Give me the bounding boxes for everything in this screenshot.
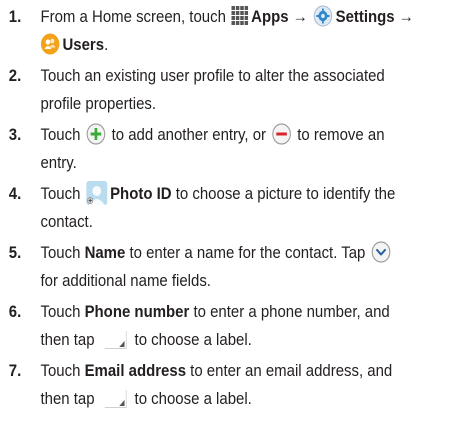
- chevron-down-circle-icon: [371, 240, 391, 263]
- step-text: to enter a name for the contact. Tap: [125, 243, 370, 262]
- step-number: 1.: [8, 7, 22, 26]
- apps-grid-icon: [231, 6, 249, 26]
- step-text: for additional name fields.: [40, 271, 211, 290]
- plus-circle-icon: [86, 122, 106, 145]
- apps-label: Apps: [251, 7, 289, 26]
- step-text: to choose a label.: [130, 389, 252, 408]
- name-label: Name: [84, 243, 126, 262]
- step-number: 7.: [8, 361, 22, 380]
- step-text: Touch: [40, 243, 85, 262]
- users-label: Users: [62, 35, 105, 54]
- step-text: to enter a phone number, and: [189, 302, 390, 321]
- step-line: Touch to add another entry, or to remove…: [40, 121, 385, 149]
- step-number: 6.: [8, 302, 22, 321]
- step-text: to choose a label.: [130, 330, 252, 349]
- step-text: contact.: [40, 212, 93, 231]
- users-icon: [40, 33, 60, 55]
- step-text: to enter an email address, and: [186, 361, 393, 380]
- step-text: then tap: [40, 330, 99, 349]
- phone-number-label: Phone number: [84, 302, 190, 321]
- step-number: 2.: [8, 66, 22, 85]
- email-address-label: Email address: [84, 361, 187, 380]
- dropdown-triangle-icon: [104, 388, 127, 408]
- step-text: .: [104, 35, 109, 54]
- step-line: From a Home screen, touch Apps → Setting…: [40, 3, 414, 31]
- step-number: 3.: [8, 125, 22, 144]
- step-text: Touch: [40, 184, 85, 203]
- step-text: to remove an: [293, 125, 385, 144]
- step-text: Touch an existing user profile to alter …: [40, 66, 385, 85]
- step-line: Users.: [40, 31, 108, 59]
- step-text: profile properties.: [40, 94, 157, 113]
- contact-photo-icon: [86, 180, 108, 205]
- step-text: entry.: [40, 153, 77, 172]
- instruction-steps: 1. From a Home screen, touch Apps → Sett…: [0, 0, 470, 425]
- arrow: →: [394, 7, 414, 26]
- step-line: Touch Photo ID to choose a picture to id…: [40, 180, 395, 208]
- step-text: Touch: [40, 125, 85, 144]
- step-line: Touch Email address to enter an email ad…: [40, 357, 392, 385]
- step-line: then tap to choose a label.: [40, 385, 251, 413]
- step-text: Touch: [40, 361, 85, 380]
- step-text: to add another entry, or: [107, 125, 271, 144]
- step-line: Touch Phone number to enter a phone numb…: [40, 298, 389, 326]
- settings-label: Settings: [335, 7, 395, 26]
- step-number: 5.: [8, 243, 22, 262]
- photo-id-label: Photo ID: [110, 184, 172, 203]
- step-text: then tap: [40, 389, 99, 408]
- dropdown-triangle-icon: [104, 329, 127, 349]
- step-text: Touch: [40, 302, 85, 321]
- arrow: →: [288, 7, 312, 26]
- step-text: to choose a picture to identify the: [171, 184, 396, 203]
- step-line: Touch Name to enter a name for the conta…: [40, 239, 392, 267]
- minus-circle-icon: [272, 122, 291, 145]
- gear-icon: [314, 5, 333, 27]
- step-number: 4.: [8, 184, 22, 203]
- step-text: From a Home screen, touch: [40, 7, 231, 26]
- step-line: then tap to choose a label.: [40, 326, 251, 354]
